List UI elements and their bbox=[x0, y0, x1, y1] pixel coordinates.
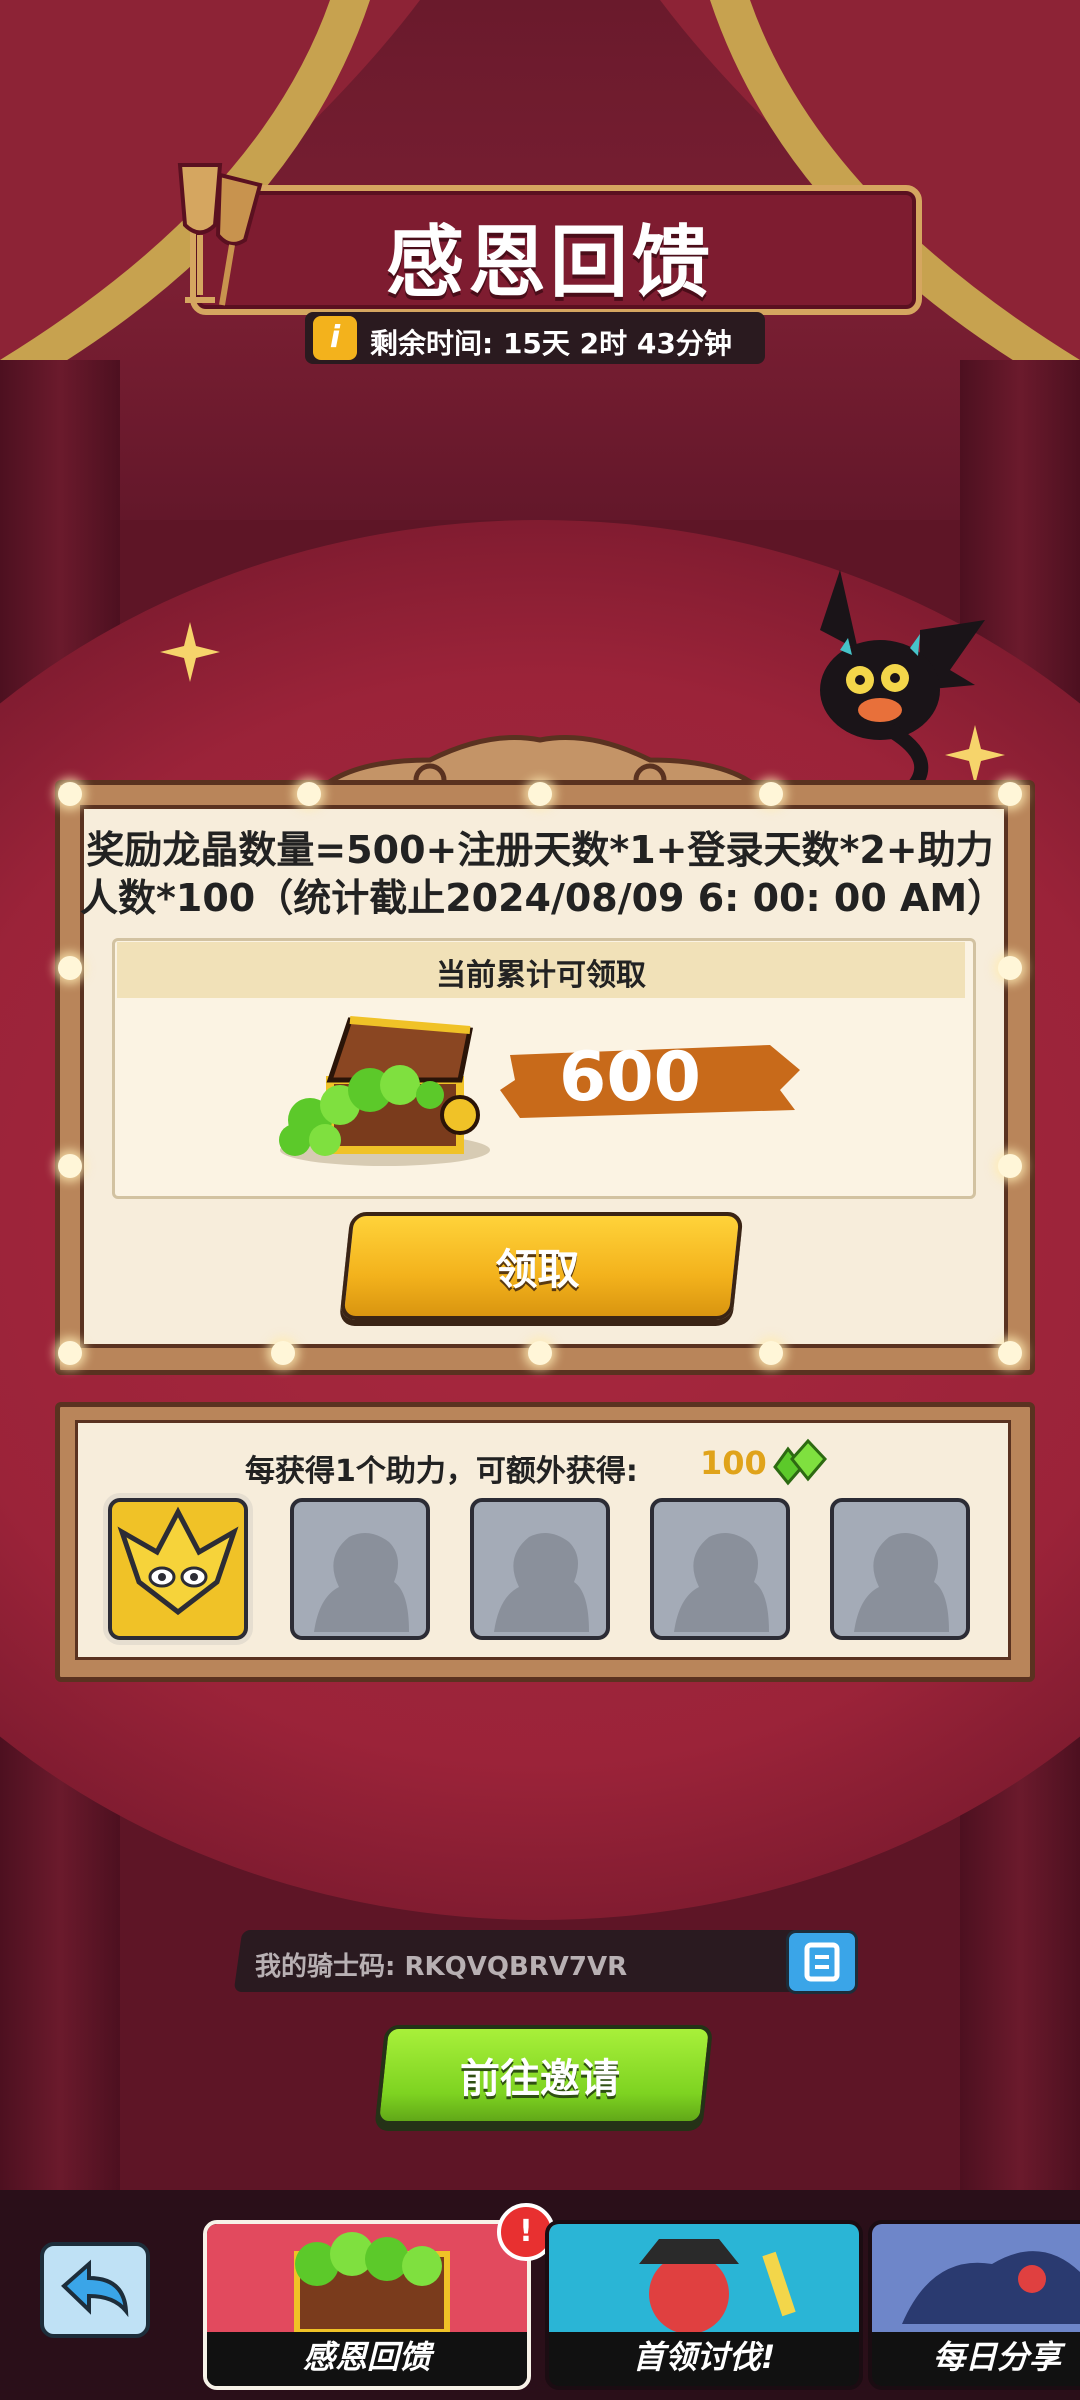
empty-avatar-icon bbox=[674, 1533, 769, 1632]
light-bulb bbox=[998, 1341, 1022, 1365]
light-bulb bbox=[58, 1341, 82, 1365]
accumulated-label: 当前累计可领取 bbox=[436, 958, 646, 993]
back-button[interactable] bbox=[40, 2242, 150, 2338]
tab-art-pirate-icon bbox=[549, 2224, 859, 2332]
tab-boss-raid[interactable]: 首领讨伐! bbox=[545, 2220, 863, 2390]
sparkle-icon bbox=[160, 622, 220, 682]
tab-art-dragon-icon bbox=[872, 2224, 1080, 2332]
light-bulb bbox=[998, 956, 1022, 980]
back-arrow-icon bbox=[61, 2259, 129, 2318]
knight-code: 我的骑士码: RKQVQBRV7VR bbox=[255, 1952, 628, 1982]
light-bulb bbox=[58, 782, 82, 806]
invite-button-label: 前往邀请 bbox=[460, 2056, 620, 2102]
claimable-amount: 600 bbox=[559, 1038, 701, 1117]
light-bulb bbox=[528, 782, 552, 806]
tab-label: 感恩回馈 bbox=[302, 2338, 431, 2376]
light-bulb bbox=[998, 782, 1022, 806]
empty-avatar-icon bbox=[494, 1533, 589, 1632]
helper-slot-empty[interactable] bbox=[470, 1498, 610, 1640]
claim-button-label: 领取 bbox=[495, 1245, 580, 1294]
tab-art-chest-icon bbox=[207, 2224, 527, 2332]
helper-bonus-text: 每获得1个助力，可额外获得: bbox=[245, 1454, 638, 1489]
copy-icon bbox=[804, 1942, 840, 1982]
empty-avatar-icon bbox=[854, 1533, 949, 1632]
info-icon[interactable]: i bbox=[313, 316, 357, 360]
dragon-mascot-icon bbox=[820, 570, 985, 795]
helper-avatar-icon bbox=[117, 1506, 239, 1616]
tab-daily-share[interactable]: 每日分享 bbox=[868, 2220, 1080, 2390]
stage: 感恩回馈 i 剩余时间: 15天 2时 43分钟 奖励龙晶数量=500+注册天数… bbox=[0, 0, 1080, 2400]
reward-formula: 奖励龙晶数量=500+注册天数*1+登录天数*2+助力人数*100（统计截止20… bbox=[80, 828, 1006, 920]
helper-slot-empty[interactable] bbox=[290, 1498, 430, 1640]
light-bulb bbox=[271, 1341, 295, 1365]
green-gem-icon bbox=[773, 1438, 828, 1486]
tab-label: 每日分享 bbox=[932, 2338, 1061, 2376]
light-bulb bbox=[528, 1341, 552, 1365]
helper-slot-filled[interactable] bbox=[108, 1498, 248, 1640]
page-title: 感恩回馈 bbox=[385, 218, 714, 308]
helper-slot-empty[interactable] bbox=[650, 1498, 790, 1640]
helper-slot-empty[interactable] bbox=[830, 1498, 970, 1640]
light-bulb bbox=[998, 1154, 1022, 1178]
light-bulb bbox=[759, 782, 783, 806]
light-bulb bbox=[58, 956, 82, 980]
remaining-time: 剩余时间: 15天 2时 43分钟 bbox=[370, 327, 732, 360]
helper-bonus-value: 100 bbox=[700, 1444, 767, 1482]
tab-thanks-feedback[interactable]: 感恩回馈 bbox=[203, 2220, 531, 2390]
light-bulb bbox=[58, 1154, 82, 1178]
light-bulb bbox=[759, 1341, 783, 1365]
copy-code-button[interactable] bbox=[786, 1930, 858, 1994]
light-bulb bbox=[297, 782, 321, 806]
treasure-chest-icon bbox=[279, 1016, 490, 1166]
tab-label: 首领讨伐! bbox=[632, 2338, 776, 2376]
empty-avatar-icon bbox=[314, 1533, 409, 1632]
